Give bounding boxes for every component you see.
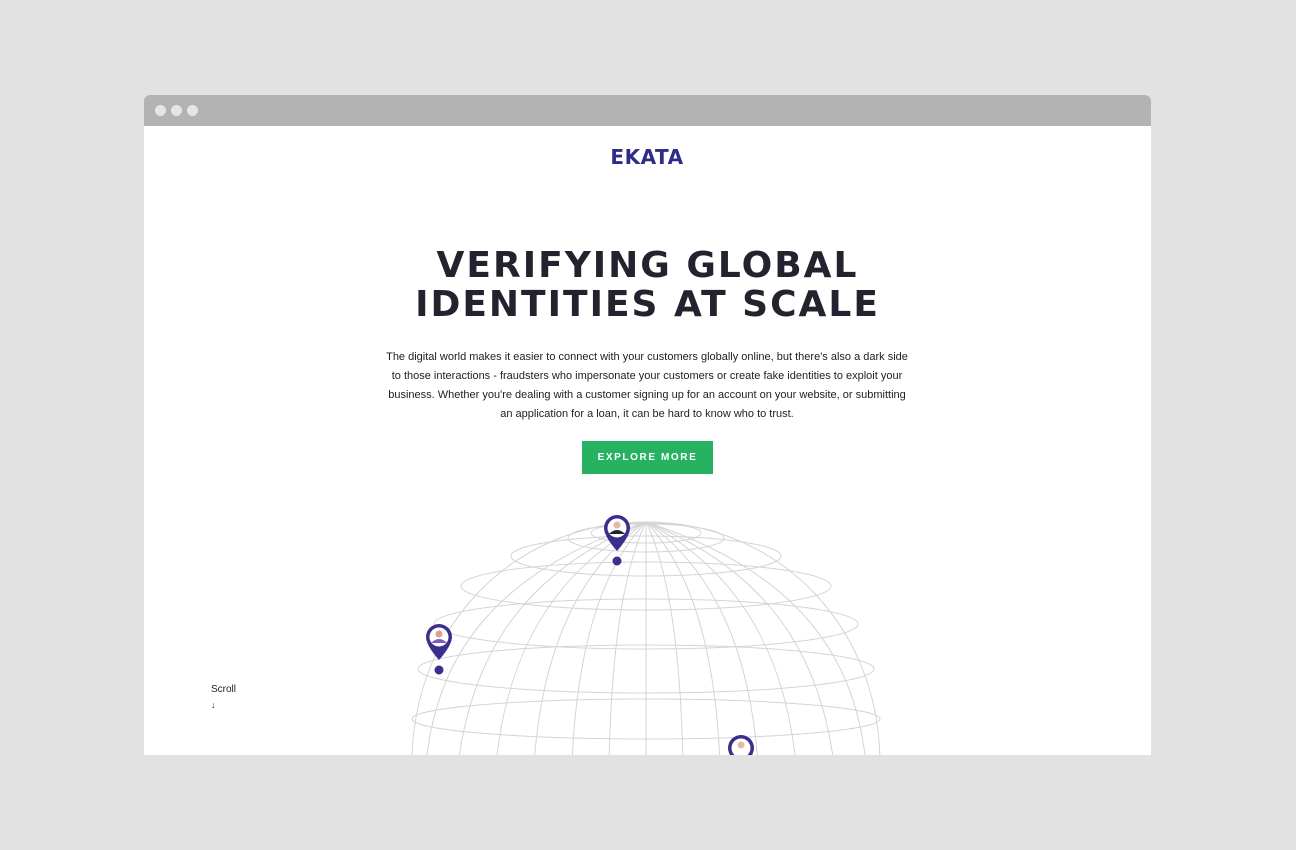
explore-more-button[interactable]: EXPLORE MORE xyxy=(582,441,713,474)
wireframe-globe xyxy=(411,515,881,755)
ekata-logo[interactable]: EKATA xyxy=(606,146,688,168)
page-title: VERIFYING GLOBAL IDENTITIES AT SCALE xyxy=(144,246,1151,324)
window-close-dot[interactable] xyxy=(155,105,166,116)
browser-window: EKATA VERIFYING GLOBAL IDENTITIES AT SCA… xyxy=(144,95,1151,755)
window-maximize-dot[interactable] xyxy=(187,105,198,116)
window-minimize-dot[interactable] xyxy=(171,105,182,116)
page-content: EKATA VERIFYING GLOBAL IDENTITIES AT SCA… xyxy=(144,126,1151,755)
scroll-hint-label[interactable]: Scroll xyxy=(211,684,236,695)
scroll-down-arrow-icon[interactable]: ↓ xyxy=(211,700,216,710)
globe-grid-lines xyxy=(411,521,881,755)
page-title-line-2: IDENTITIES AT SCALE xyxy=(415,284,880,325)
svg-text:EKATA: EKATA xyxy=(610,146,683,168)
browser-titlebar xyxy=(144,95,1151,126)
page-title-line-1: VERIFYING GLOBAL xyxy=(436,245,859,286)
intro-paragraph: The digital world makes it easier to con… xyxy=(386,351,908,420)
